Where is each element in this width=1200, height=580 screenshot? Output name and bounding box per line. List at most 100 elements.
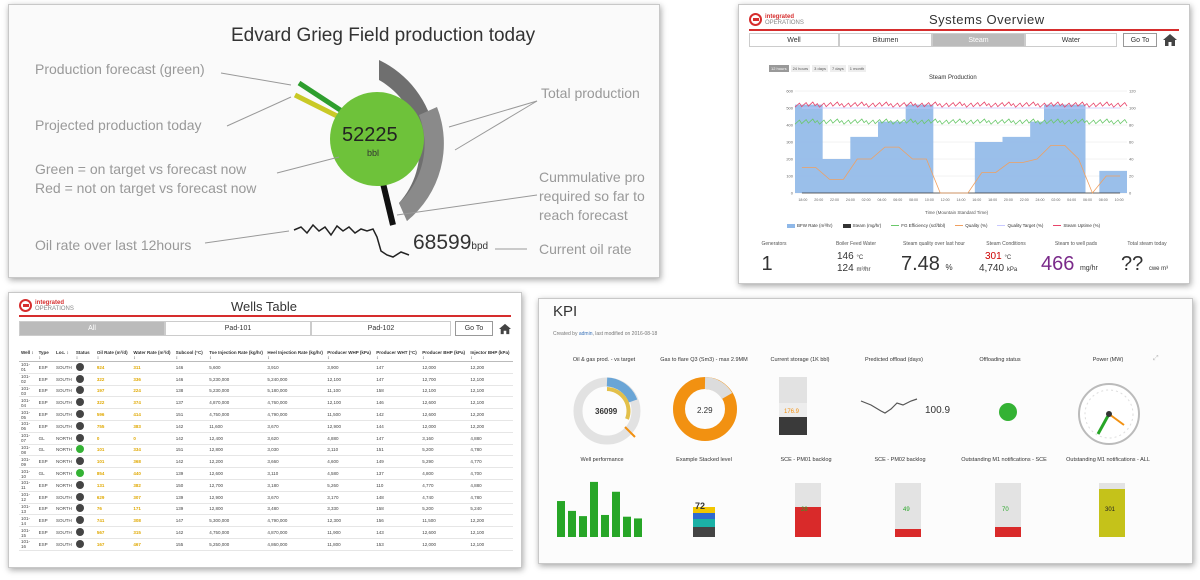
column-header[interactable]: Subcool (°C) ↕ xyxy=(173,349,208,362)
status-indicator-icon xyxy=(75,433,84,442)
home-icon[interactable] xyxy=(499,323,511,335)
column-header[interactable]: Toe Injection Rate (kg/hr) ↕ xyxy=(207,349,266,362)
table-cell: 147 xyxy=(173,514,208,528)
column-header[interactable]: Loc. ↕ xyxy=(53,349,74,362)
table-cell: 4,750,000 xyxy=(207,408,266,421)
legend-item[interactable]: BFW Rate (m³/hr) xyxy=(787,223,833,228)
systems-overview-panel: integrated OPERATIONS Systems Overview We… xyxy=(738,4,1190,284)
table-cell: 12,100 xyxy=(468,396,513,410)
header-divider xyxy=(19,315,511,317)
legend-item[interactable]: Quality Target (%) xyxy=(997,223,1043,228)
table-row[interactable]: 101-16 ESP SOUTH 167 467 155 5,250,000 4,860,00… xyxy=(19,538,513,551)
column-header[interactable]: Producer WHP (kPa) ↕ xyxy=(325,349,375,362)
table-row[interactable]: 101-03 ESP SOUTH 197 224 138 5,230,000 5,180,00… xyxy=(19,385,513,398)
x-tick-label: 04:00 xyxy=(877,198,886,202)
table-row[interactable]: 101-01 ESP SOUTH 924 311 146 5,600 3,910 3,900 14… xyxy=(19,361,513,374)
column-header[interactable]: Status ↕ xyxy=(73,349,95,362)
label-cumulative-3: reach forecast xyxy=(539,207,628,223)
range-7d[interactable]: 7 days xyxy=(829,65,846,72)
table-cell: 741 xyxy=(94,514,132,528)
table-cell: 368 xyxy=(131,455,174,469)
column-header[interactable]: Type ↕ xyxy=(36,349,54,362)
legend-item[interactable]: Quality (%) xyxy=(955,223,987,228)
status-cell xyxy=(73,361,95,374)
table-row[interactable]: 101-09 ESP NORTH 101 368 142 12,200 3,660 4,600 1… xyxy=(19,455,513,469)
m1-sce-value: 70 xyxy=(1002,507,1009,513)
goto-button[interactable]: Go To xyxy=(1123,33,1157,47)
widget-title: Offloading status xyxy=(979,357,1021,363)
x-tick-label: 22:00 xyxy=(830,198,839,202)
m1-all-fill xyxy=(1099,489,1125,537)
table-row[interactable]: 101-10 GL NORTH 854 440 139 12,600 3,110 4,580 13… xyxy=(19,467,513,480)
table-row[interactable]: 101-04 ESP SOUTH 322 374 137 4,870,000 4,760,00… xyxy=(19,396,513,410)
tab-all[interactable]: All xyxy=(19,321,165,336)
table-row[interactable]: 101-07 GL NORTH 0 0 142 12,400 3,620 4,880 147 3,1… xyxy=(19,432,513,445)
column-header[interactable]: Injector BHP (kPa) ↕ xyxy=(468,349,513,362)
table-cell: 3,110 xyxy=(265,467,326,480)
table-cell: 5,250,000 xyxy=(207,538,266,551)
table-row[interactable]: 101-08 GL NORTH 101 334 151 12,800 3,030 3,110 15… xyxy=(19,444,513,457)
table-row[interactable]: 101-06 ESP SOUTH 755 383 142 11,600 3,670 12,900… xyxy=(19,420,513,433)
table-cell: 139 xyxy=(173,503,208,516)
column-header[interactable]: Heel Injection Rate (kg/hr) ↕ xyxy=(265,349,326,362)
table-cell: 12,200 xyxy=(468,420,513,433)
table-row[interactable]: 101-14 ESP SOUTH 741 308 147 5,300,000 4,790,00… xyxy=(19,514,513,528)
table-cell: 854 xyxy=(94,467,132,480)
table-cell: 151 xyxy=(374,444,421,457)
table-cell: ESP xyxy=(36,538,54,551)
range-3d[interactable]: 3 days xyxy=(812,65,828,72)
table-cell: 101-14 xyxy=(19,514,37,528)
column-header[interactable]: Producer WHT (°C) ↕ xyxy=(374,349,421,362)
range-12h[interactable]: 12 hours xyxy=(769,65,789,72)
column-header[interactable]: Well ↕ xyxy=(19,349,37,362)
tab-pad-102[interactable]: Pad-102 xyxy=(311,321,451,336)
table-cell: 101-08 xyxy=(19,444,37,457)
legend-item[interactable]: FG Efficiency (scf/bbl) xyxy=(891,223,945,228)
table-cell: 5,200 xyxy=(420,503,469,516)
y-tick-label: 200 xyxy=(786,157,793,162)
home-icon[interactable] xyxy=(1163,34,1177,46)
tab-well[interactable]: Well xyxy=(749,33,839,47)
y-tick-label: 600 xyxy=(786,89,793,94)
logo-mark-icon xyxy=(19,299,32,312)
table-row[interactable]: 101-15 ESP SOUTH 567 315 142 4,750,000 4,870,00… xyxy=(19,526,513,539)
column-header[interactable]: Producer BHP (kPa) ↕ xyxy=(420,349,469,362)
status-indicator-icon xyxy=(75,492,84,501)
column-header[interactable]: Water Rate (m³/d) ↕ xyxy=(131,349,174,362)
author-link[interactable]: admin xyxy=(579,331,593,337)
offloading-status-indicator xyxy=(999,403,1017,421)
tab-steam[interactable]: Steam xyxy=(932,33,1025,47)
table-row[interactable]: 101-12 ESP SOUTH 629 307 139 12,900 3,670 3,170 1… xyxy=(19,491,513,504)
stacked-level-segment xyxy=(693,527,715,537)
table-cell: 12,000 xyxy=(420,361,469,374)
table-row[interactable]: 101-13 ESP NORTH 76 171 139 12,800 3,480 3,330 15… xyxy=(19,503,513,516)
table-header-row: Well ↕ Type ↕ Loc. ↕ Status ↕ Oil Rate (m³/d… xyxy=(19,349,513,362)
table-cell: 156 xyxy=(374,514,421,528)
tab-pad-101[interactable]: Pad-101 xyxy=(165,321,311,336)
status-indicator-icon xyxy=(75,480,84,489)
table-row[interactable]: 101-11 ESP NORTH 131 382 150 12,700 3,180 5,260 1… xyxy=(19,479,513,492)
well-bar xyxy=(612,491,620,537)
legend-item[interactable]: Steam (mg/hr) xyxy=(842,223,881,228)
x-tick-label: 20:00 xyxy=(1004,198,1013,202)
table-cell: 383 xyxy=(131,420,174,433)
goto-button[interactable]: Go To xyxy=(455,321,493,336)
range-1m[interactable]: 1 month xyxy=(847,65,867,72)
column-header[interactable]: Oil Rate (m³/d) ↕ xyxy=(94,349,132,362)
tab-water[interactable]: Water xyxy=(1025,33,1117,47)
table-row[interactable]: 101-02 ESP SOUTH 322 336 146 5,230,000 5,240,00… xyxy=(19,373,513,386)
tab-bitumen[interactable]: Bitumen xyxy=(839,33,932,47)
table-row[interactable]: 101-05 ESP SOUTH 596 414 151 4,750,000 4,790,00… xyxy=(19,408,513,421)
chart-xaxis-title: Time (Mountain Standard Time) xyxy=(925,210,989,215)
table-cell: 11,100 xyxy=(325,385,375,398)
legend-item[interactable]: Steam Uptime (%) xyxy=(1053,223,1100,228)
x-tick-label: 12:00 xyxy=(941,198,950,202)
table-cell: 142 xyxy=(173,455,208,469)
table-cell: 147 xyxy=(374,361,421,374)
table-cell: 146 xyxy=(173,373,208,386)
widget-title: Power (MW) xyxy=(1092,357,1124,363)
table-cell: ESP xyxy=(36,514,54,528)
table-cell: 12,100 xyxy=(420,385,469,398)
range-24h[interactable]: 24 hours xyxy=(790,65,811,72)
table-cell: 4,780 xyxy=(468,444,513,457)
